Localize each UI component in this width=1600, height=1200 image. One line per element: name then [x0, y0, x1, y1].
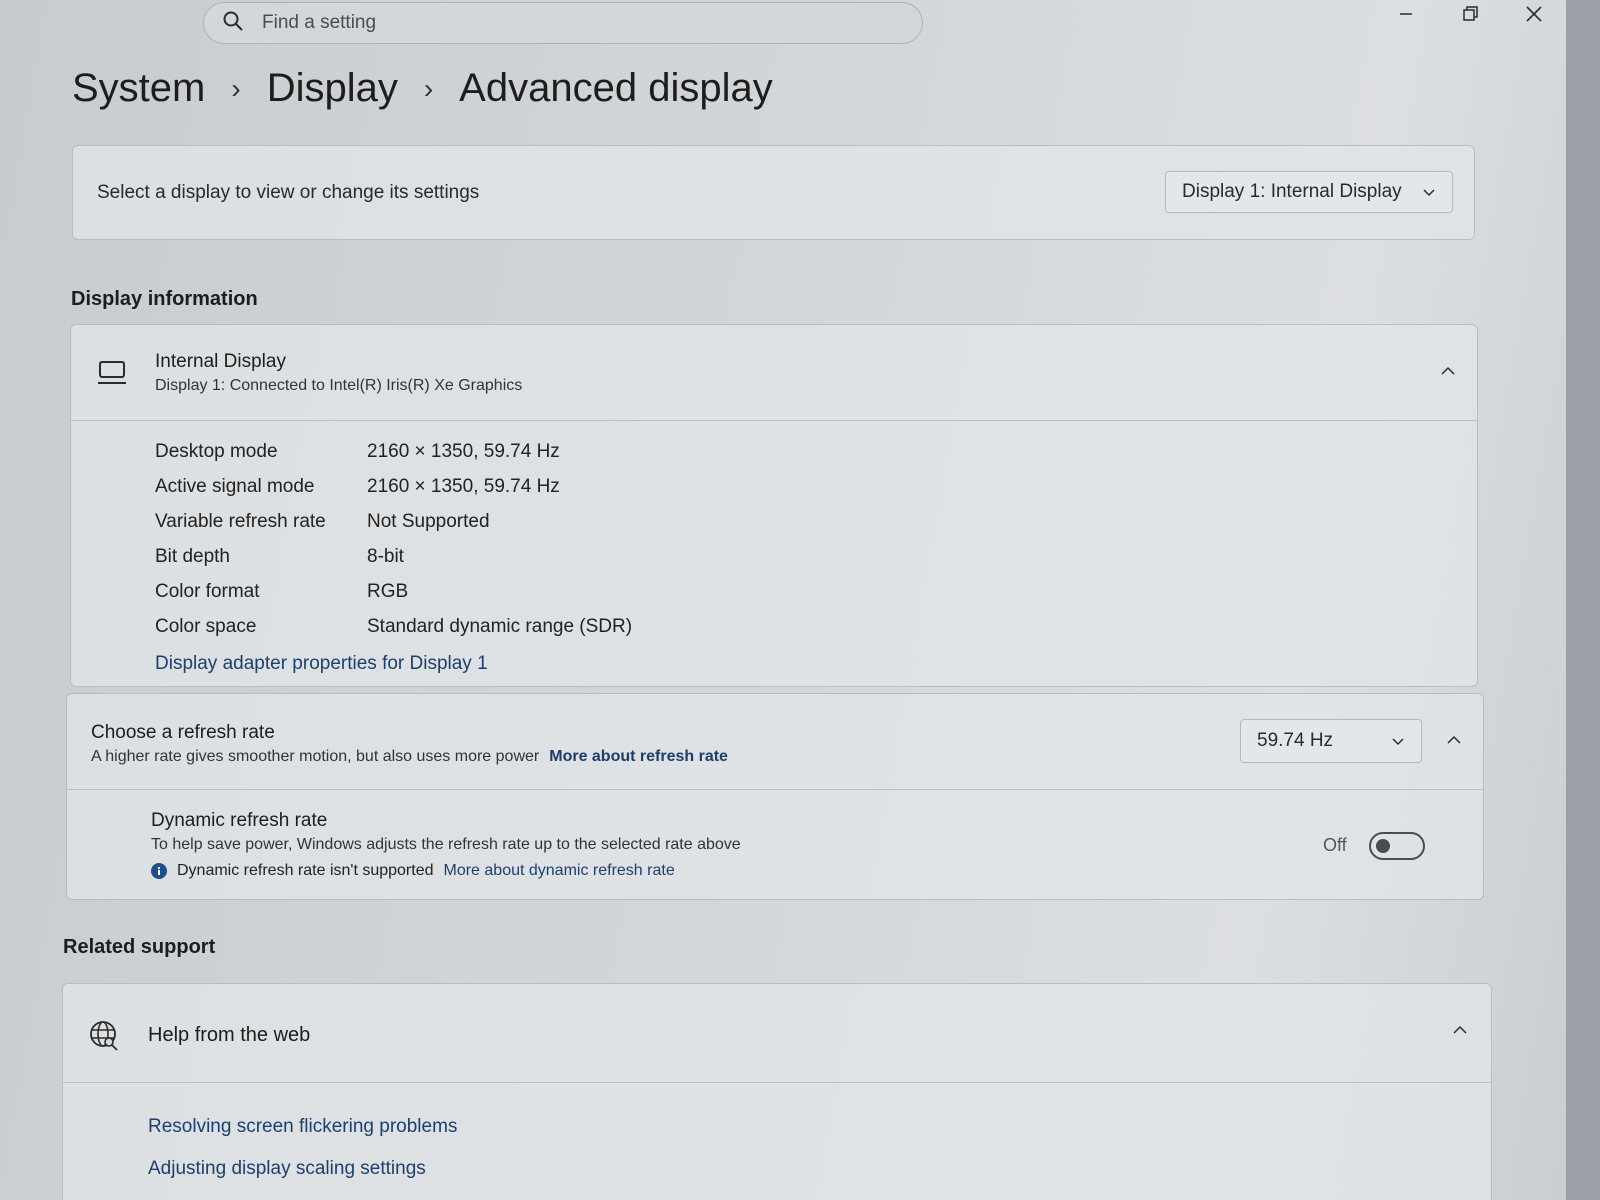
display-select-value: Display 1: Internal Display: [1182, 181, 1402, 202]
display-select-card: Select a display to view or change its s…: [72, 145, 1475, 240]
info-value: Standard dynamic range (SDR): [367, 616, 633, 637]
dynamic-refresh-description: To help save power, Windows adjusts the …: [151, 836, 741, 853]
info-row: Bit depth 8-bit: [155, 546, 404, 568]
search-box[interactable]: Find a setting: [203, 2, 923, 44]
chevron-right-icon: ›: [231, 72, 241, 104]
info-row: Color space Standard dynamic range (SDR): [155, 616, 632, 638]
info-value: Not Supported: [367, 511, 490, 532]
close-button[interactable]: [1511, 2, 1557, 30]
display-connection: Display 1: Connected to Intel(R) Iris(R)…: [155, 377, 523, 394]
breadcrumb: System › Display › Advanced display: [72, 66, 773, 111]
dynamic-refresh-info-line: Dynamic refresh rate isn't supported Mor…: [151, 862, 675, 880]
info-key: Bit depth: [155, 546, 230, 567]
info-key: Variable refresh rate: [155, 511, 326, 532]
breadcrumb-display[interactable]: Display: [267, 66, 398, 111]
info-row: Desktop mode 2160 × 1350, 59.74 Hz: [155, 441, 560, 463]
info-value: 2160 × 1350, 59.74 Hz: [367, 441, 560, 462]
related-support-heading: Related support: [63, 936, 216, 958]
refresh-rate-description-line: A higher rate gives smoother motion, but…: [91, 748, 728, 766]
refresh-rate-value: 59.74 Hz: [1257, 730, 1334, 751]
divider: [63, 1082, 1491, 1083]
info-icon: [151, 863, 177, 879]
refresh-rate-description: A higher rate gives smoother motion, but…: [91, 748, 540, 765]
page-title: Advanced display: [459, 66, 773, 110]
divider: [67, 789, 1483, 790]
minimize-button[interactable]: [1383, 2, 1429, 30]
info-value: RGB: [367, 581, 409, 602]
refresh-rate-dropdown[interactable]: 59.74 Hz: [1240, 719, 1422, 763]
restore-icon: [1461, 5, 1479, 28]
info-value: 2160 × 1350, 59.74 Hz: [367, 476, 560, 497]
display-select-dropdown[interactable]: Display 1: Internal Display: [1165, 171, 1453, 213]
restore-button[interactable]: [1447, 2, 1493, 30]
help-link-screen-flickering[interactable]: Resolving screen flickering problems: [148, 1116, 457, 1138]
help-from-web-card: Help from the web Resolving screen flick…: [62, 983, 1492, 1200]
minimize-icon: [1397, 5, 1415, 28]
search-placeholder: Find a setting: [262, 12, 377, 33]
more-about-dynamic-refresh-link[interactable]: More about dynamic refresh rate: [444, 862, 675, 880]
divider: [71, 420, 1477, 421]
breadcrumb-system[interactable]: System: [72, 66, 205, 111]
dynamic-refresh-toggle[interactable]: [1369, 832, 1425, 860]
info-key: Active signal mode: [155, 476, 315, 497]
info-key: Color space: [155, 616, 257, 637]
search-icon: [222, 10, 244, 37]
display-information-card: Internal Display Display 1: Connected to…: [70, 324, 1478, 687]
display-name: Internal Display: [155, 351, 286, 372]
toggle-state-label: Off: [1323, 835, 1347, 855]
info-row: Color format RGB: [155, 581, 408, 603]
more-about-refresh-rate-link[interactable]: More about refresh rate: [549, 748, 728, 766]
dynamic-refresh-title: Dynamic refresh rate: [151, 810, 328, 831]
help-from-web-title: Help from the web: [148, 1024, 311, 1046]
refresh-rate-title: Choose a refresh rate: [91, 722, 275, 743]
info-key: Color format: [155, 581, 260, 602]
display-adapter-properties-link[interactable]: Display adapter properties for Display 1: [155, 653, 488, 675]
toggle-knob: [1376, 839, 1390, 853]
refresh-rate-card: Choose a refresh rate A higher rate give…: [66, 693, 1484, 900]
help-link-display-scaling[interactable]: Adjusting display scaling settings: [148, 1158, 426, 1180]
display-select-label: Select a display to view or change its s…: [97, 182, 480, 203]
chevron-right-icon: ›: [423, 72, 434, 104]
info-row: Variable refresh rate Not Supported: [155, 511, 490, 533]
close-icon: [1525, 5, 1543, 28]
info-row: Active signal mode 2160 × 1350, 59.74 Hz: [155, 476, 560, 498]
screen-edge: [1566, 0, 1600, 1200]
display-information-heading: Display information: [71, 288, 258, 310]
info-value: 8-bit: [367, 546, 404, 567]
dynamic-refresh-info-text: Dynamic refresh rate isn't supported: [177, 862, 434, 879]
info-key: Desktop mode: [155, 441, 278, 462]
